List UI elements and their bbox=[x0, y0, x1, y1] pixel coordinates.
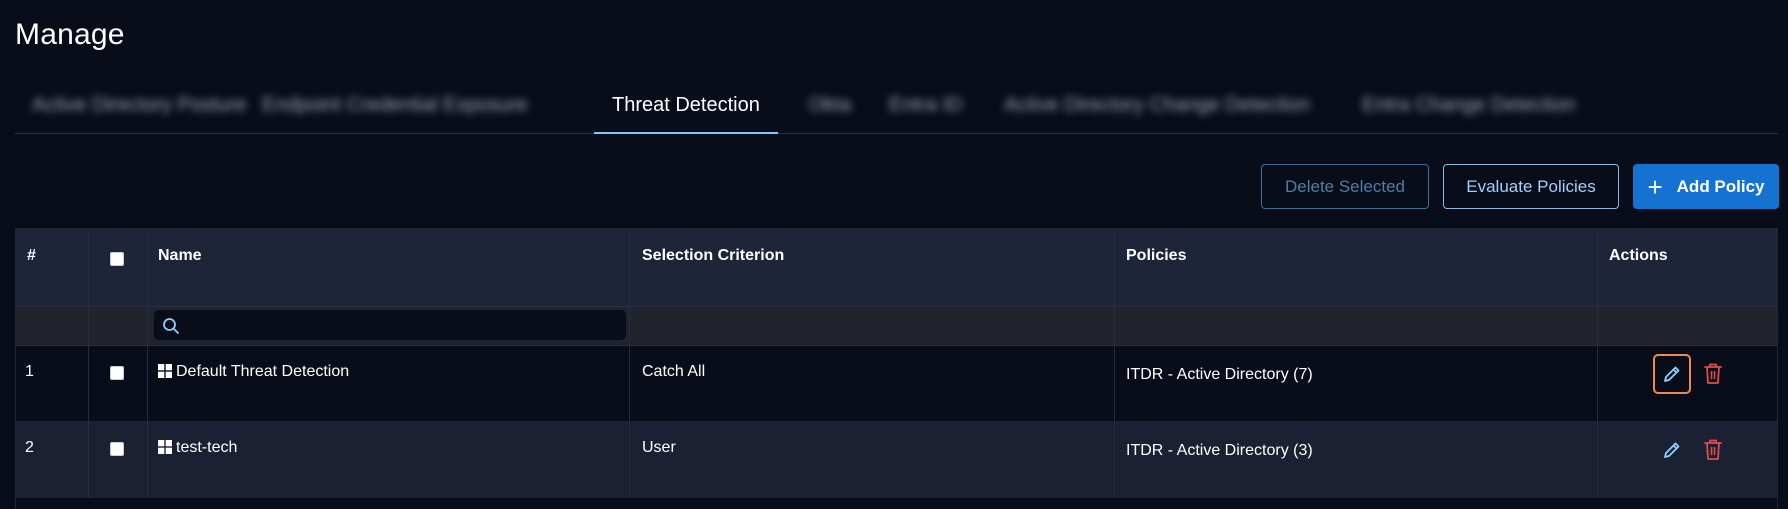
table-row bbox=[16, 422, 1777, 498]
trash-icon[interactable] bbox=[1704, 363, 1722, 385]
table-header-row bbox=[16, 229, 1777, 306]
tab-okta[interactable]: Okta bbox=[809, 78, 851, 133]
delete-selected-button[interactable]: Delete Selected bbox=[1261, 164, 1429, 209]
header-policies[interactable]: Policies bbox=[1126, 247, 1186, 265]
tab-entra-id[interactable]: Entra ID bbox=[889, 78, 962, 133]
tab-active-directory-change-detection[interactable]: Active Directory Change Detection bbox=[1004, 78, 1310, 133]
column-divider bbox=[629, 229, 630, 498]
add-policy-button[interactable]: + Add Policy bbox=[1633, 164, 1779, 209]
table-row bbox=[16, 346, 1777, 422]
row-index: 1 bbox=[25, 363, 34, 380]
edit-button[interactable] bbox=[1653, 430, 1691, 470]
column-divider bbox=[1597, 229, 1598, 498]
name-search-input[interactable] bbox=[188, 314, 618, 338]
column-divider bbox=[147, 229, 148, 498]
add-policy-label: Add Policy bbox=[1676, 176, 1765, 196]
evaluate-policies-button[interactable]: Evaluate Policies bbox=[1443, 164, 1619, 209]
header-name[interactable]: Name bbox=[158, 247, 202, 265]
tab-entra-change-detection[interactable]: Entra Change Detection bbox=[1362, 78, 1575, 133]
delete-selected-label: Delete Selected bbox=[1284, 176, 1406, 196]
tab-active-directory-posture[interactable]: Active Directory Posture bbox=[32, 78, 247, 133]
row-policies: ITDR - Active Directory (3) bbox=[1126, 442, 1313, 459]
header-selection-criterion[interactable]: Selection Criterion bbox=[642, 247, 784, 265]
table-row-partial bbox=[16, 498, 1777, 509]
edit-button[interactable] bbox=[1653, 354, 1691, 394]
name-filter[interactable] bbox=[153, 309, 627, 341]
page-title: Manage bbox=[15, 18, 125, 51]
pencil-icon bbox=[1664, 442, 1680, 458]
tab-bar: Active Directory Posture Endpoint Creden… bbox=[15, 78, 1778, 134]
plus-icon: + bbox=[1647, 171, 1663, 202]
row-selection-criterion: User bbox=[642, 439, 676, 456]
search-icon bbox=[163, 318, 179, 334]
policy-table: # Name Selection Criterion Policies Acti… bbox=[15, 228, 1778, 509]
row-name[interactable]: test-tech bbox=[176, 439, 237, 457]
windows-icon bbox=[158, 364, 172, 378]
select-all-checkbox[interactable] bbox=[110, 252, 124, 266]
column-divider bbox=[1114, 229, 1115, 498]
column-divider bbox=[88, 229, 89, 498]
row-checkbox[interactable] bbox=[110, 442, 124, 456]
row-checkbox[interactable] bbox=[110, 366, 124, 380]
pencil-icon bbox=[1664, 366, 1680, 382]
row-index: 2 bbox=[25, 439, 34, 456]
windows-icon bbox=[158, 440, 172, 454]
row-name[interactable]: Default Threat Detection bbox=[176, 363, 349, 381]
tab-threat-detection[interactable]: Threat Detection bbox=[594, 78, 778, 134]
header-actions: Actions bbox=[1609, 247, 1668, 264]
row-policies: ITDR - Active Directory (7) bbox=[1126, 366, 1313, 383]
row-selection-criterion: Catch All bbox=[642, 363, 706, 380]
tab-endpoint-credential-exposure[interactable]: Endpoint Credential Exposure bbox=[262, 78, 528, 133]
evaluate-policies-label: Evaluate Policies bbox=[1466, 176, 1596, 196]
header-index: # bbox=[27, 247, 36, 264]
trash-icon[interactable] bbox=[1704, 439, 1722, 461]
